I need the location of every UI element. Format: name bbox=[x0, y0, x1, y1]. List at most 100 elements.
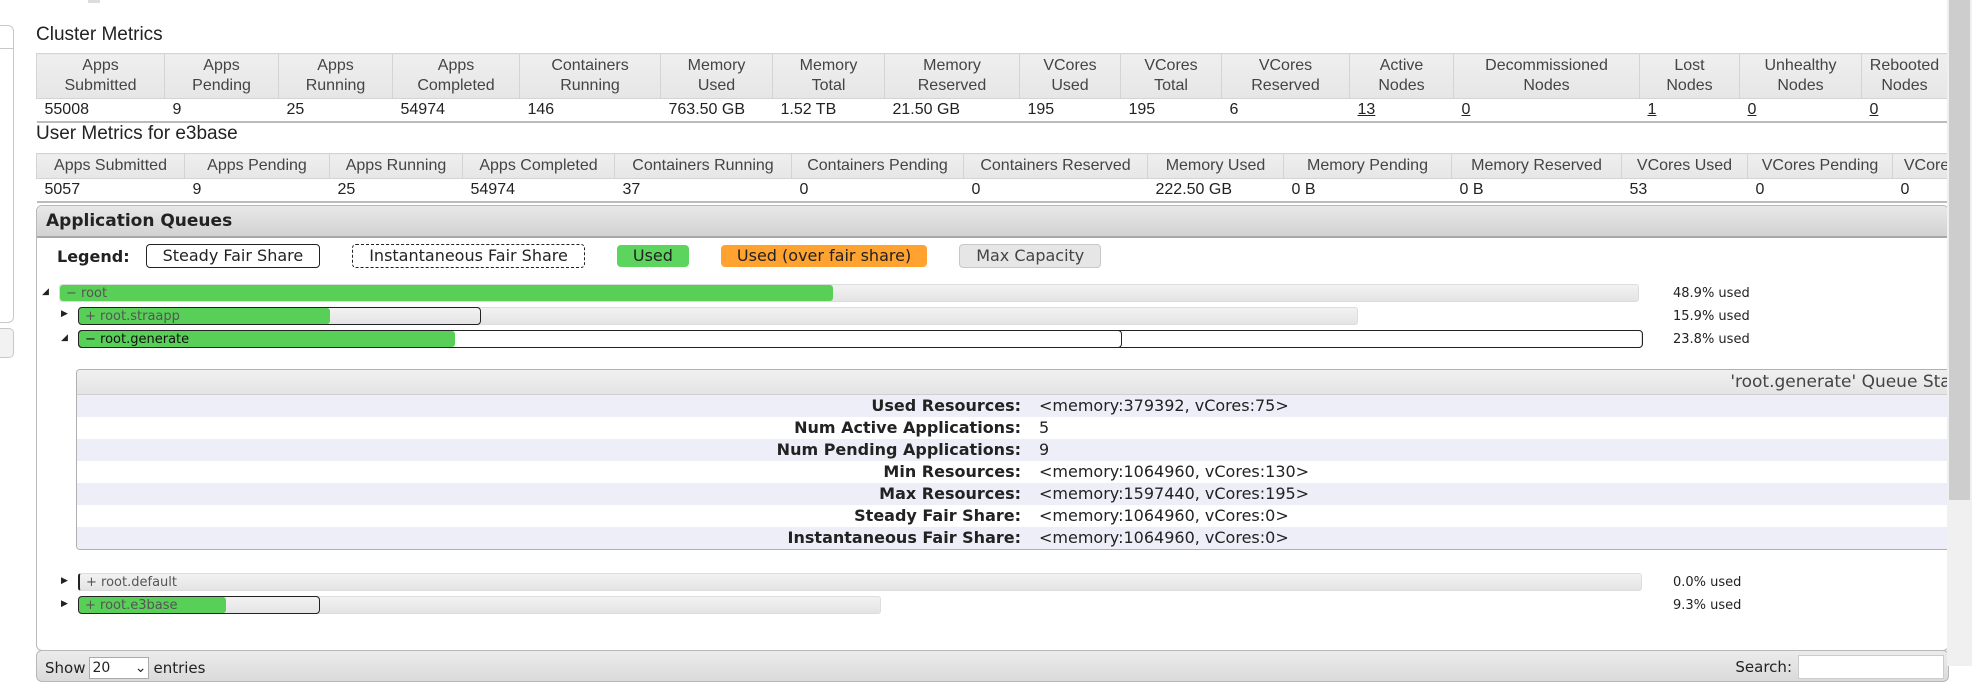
column-header: AppsPending bbox=[165, 54, 279, 99]
column-header: MemoryReserved bbox=[885, 54, 1020, 99]
cluster-metrics-title: Cluster Metrics bbox=[36, 24, 163, 46]
metric-cell: 55008 bbox=[37, 99, 165, 123]
metric-cell: 9 bbox=[165, 99, 279, 123]
metric-cell: 5057 bbox=[37, 179, 185, 203]
user-metrics-title: User Metrics for e3base bbox=[36, 123, 238, 145]
chevron-down-icon: ⌄ bbox=[135, 660, 147, 676]
queue-status-row: Num Pending Applications:9 bbox=[77, 439, 1949, 461]
metric-cell: 21.50 GB bbox=[885, 99, 1020, 123]
metric-link[interactable]: 1 bbox=[1648, 101, 1657, 118]
queue-label: + root.straapp bbox=[85, 308, 180, 325]
status-value: <memory:1597440, vCores:195> bbox=[1039, 483, 1949, 505]
queue-bar-root-default[interactable]: + root.default bbox=[78, 573, 1642, 591]
status-key: Instantaneous Fair Share: bbox=[77, 527, 1039, 549]
column-header: Apps Submitted bbox=[37, 154, 185, 179]
queue-bar-root-straapp[interactable]: + root.straapp bbox=[78, 307, 1358, 325]
column-header: VCores Used bbox=[1622, 154, 1748, 179]
column-header: Apps Pending bbox=[185, 154, 330, 179]
column-header: UnhealthyNodes bbox=[1740, 54, 1862, 99]
metric-cell: 53 bbox=[1622, 179, 1748, 203]
collapse-toggle-icon[interactable]: ◢ bbox=[61, 333, 68, 343]
column-header: Containers Reserved bbox=[964, 154, 1148, 179]
queue-bar-root[interactable]: − root bbox=[59, 284, 1639, 302]
legend: Legend: Steady Fair Share Instantaneous … bbox=[57, 244, 1133, 268]
column-header: VCoresReserved bbox=[1222, 54, 1350, 99]
user-metrics-table: Apps SubmittedApps PendingApps RunningAp… bbox=[36, 153, 1972, 203]
column-header: MemoryTotal bbox=[773, 54, 885, 99]
used-fill bbox=[60, 285, 833, 301]
metric-cell: 6 bbox=[1222, 99, 1350, 123]
metric-cell: 222.50 GB bbox=[1148, 179, 1284, 203]
metric-cell: 25 bbox=[330, 179, 463, 203]
legend-used: Used bbox=[617, 245, 689, 267]
scrollbar-thumb[interactable] bbox=[1949, 0, 1970, 500]
top-stub bbox=[88, 0, 100, 3]
expand-toggle-icon[interactable]: ▶ bbox=[61, 576, 68, 586]
expand-toggle-icon[interactable]: ▶ bbox=[61, 309, 68, 319]
queue-bar-root-e3base[interactable]: + root.e3base bbox=[78, 596, 881, 614]
column-header: Containers Pending bbox=[792, 154, 964, 179]
column-header: AppsRunning bbox=[279, 54, 393, 99]
entries-select[interactable]: 20⌄ bbox=[89, 657, 149, 679]
application-queues-title: Application Queues bbox=[37, 206, 1948, 238]
expand-toggle-icon[interactable]: ▶ bbox=[61, 599, 68, 609]
table-controls-bar: Show 20⌄ entries Search: bbox=[36, 650, 1949, 682]
queue-status-row: Steady Fair Share:<memory:1064960, vCore… bbox=[77, 505, 1949, 527]
metric-cell: 13 bbox=[1350, 99, 1454, 123]
metric-cell: 0 B bbox=[1452, 179, 1622, 203]
metric-link[interactable]: 13 bbox=[1358, 101, 1376, 118]
metric-cell: 0 bbox=[1740, 99, 1862, 123]
column-header: VCoresTotal bbox=[1121, 54, 1222, 99]
legend-used-over-fair-share: Used (over fair share) bbox=[721, 245, 927, 267]
status-value: <memory:379392, vCores:75> bbox=[1039, 395, 1949, 417]
legend-instantaneous-fair-share: Instantaneous Fair Share bbox=[352, 244, 585, 268]
metric-link[interactable]: 0 bbox=[1748, 101, 1757, 118]
column-header: DecommissionedNodes bbox=[1454, 54, 1640, 99]
legend-steady-fair-share: Steady Fair Share bbox=[146, 244, 321, 268]
metric-cell: 9 bbox=[185, 179, 330, 203]
metric-cell: 25 bbox=[279, 99, 393, 123]
queue-status-row: Num Active Applications:5 bbox=[77, 417, 1949, 439]
queue-used-percent: 48.9% used bbox=[1673, 286, 1750, 301]
metric-cell: 37 bbox=[615, 179, 792, 203]
metric-cell: 146 bbox=[520, 99, 661, 123]
legend-max-capacity: Max Capacity bbox=[959, 244, 1101, 268]
column-header: RebootedNodes bbox=[1862, 54, 1948, 99]
metric-cell: 195 bbox=[1121, 99, 1222, 123]
column-header: ContainersRunning bbox=[520, 54, 661, 99]
queue-status-header: 'root.generate' Queue Status bbox=[77, 370, 1949, 395]
queue-used-percent: 0.0% used bbox=[1673, 575, 1741, 590]
queue-label: + root.e3base bbox=[85, 597, 178, 614]
entries-label: entries bbox=[153, 659, 205, 677]
column-header: LostNodes bbox=[1640, 54, 1740, 99]
status-value: 5 bbox=[1039, 417, 1949, 439]
column-header: Memory Pending bbox=[1284, 154, 1452, 179]
metric-cell: 763.50 GB bbox=[661, 99, 773, 123]
status-key: Num Active Applications: bbox=[77, 417, 1039, 439]
status-key: Max Resources: bbox=[77, 483, 1039, 505]
column-header: AppsCompleted bbox=[393, 54, 520, 99]
metric-cell: 1 bbox=[1640, 99, 1740, 123]
metric-cell: 0 bbox=[1454, 99, 1640, 123]
column-header: Apps Completed bbox=[463, 154, 615, 179]
legend-label: Legend: bbox=[57, 247, 130, 266]
status-value: <memory:1064960, vCores:0> bbox=[1039, 527, 1949, 549]
column-header: AppsSubmitted bbox=[37, 54, 165, 99]
status-value: 9 bbox=[1039, 439, 1949, 461]
show-entries: Show 20⌄ entries bbox=[45, 657, 205, 679]
column-header: Containers Running bbox=[615, 154, 792, 179]
status-key: Num Pending Applications: bbox=[77, 439, 1039, 461]
column-header: VCoresUsed bbox=[1020, 54, 1121, 99]
cluster-metrics-table: AppsSubmittedAppsPendingAppsRunningAppsC… bbox=[36, 53, 1948, 123]
search-input[interactable] bbox=[1798, 655, 1944, 679]
queue-bar-root-generate[interactable]: − root.generate bbox=[78, 330, 1642, 348]
queue-status-row: Instantaneous Fair Share:<memory:1064960… bbox=[77, 527, 1949, 549]
column-header: VCores Pending bbox=[1748, 154, 1893, 179]
queue-used-percent: 23.8% used bbox=[1673, 332, 1750, 347]
vertical-scrollbar[interactable] bbox=[1947, 0, 1972, 666]
metric-link[interactable]: 0 bbox=[1462, 101, 1471, 118]
search-label: Search: bbox=[1735, 658, 1792, 676]
expand-toggle-icon[interactable]: ◢ bbox=[42, 287, 49, 297]
metric-cell: 54974 bbox=[463, 179, 615, 203]
metric-link[interactable]: 0 bbox=[1870, 101, 1879, 118]
